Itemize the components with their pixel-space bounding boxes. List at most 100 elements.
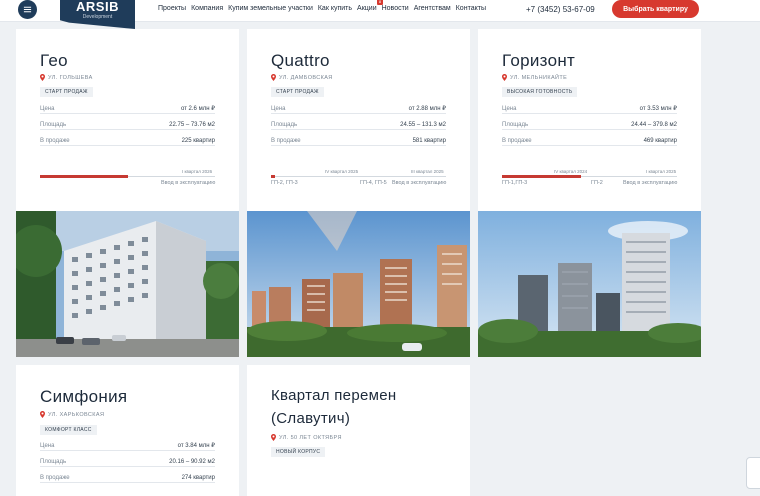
area-value: 24.44 – 379.8 м2 [631, 122, 677, 128]
status-badge: НОВЫЙ КОРПУС [271, 447, 326, 457]
sale-label: В продаже [40, 475, 70, 481]
area-row: Площадь 22.75 – 73.76 м2 [40, 122, 215, 130]
area-label: Площадь [271, 122, 298, 128]
project-card-gorizont[interactable]: Горизонт УЛ. МЕЛЬНИКАЙТЕ ВЫСОКАЯ ГОТОВНО… [478, 29, 701, 211]
project-photo-gorizont[interactable] [478, 211, 701, 357]
sale-value: 225 квартир [181, 138, 215, 144]
status-badge: СТАРТ ПРОДАЖ [40, 87, 93, 97]
timeline-date: I квартал 2026 [182, 169, 213, 174]
hamburger-icon [23, 6, 32, 13]
building-render-image [247, 211, 470, 357]
logo-subtitle: Development [82, 14, 113, 20]
project-address: УЛ. 50 ЛЕТ ОКТЯБРЯ [271, 434, 342, 441]
nav-agencies[interactable]: Агентствам [414, 5, 451, 12]
price-row: Цена от 3.84 млн ₽ [40, 443, 215, 451]
project-title-line-2: (Славутич) [271, 410, 351, 427]
area-row: Площадь 24.44 – 379.8 м2 [502, 122, 677, 130]
project-address: УЛ. ДАМБОВСКАЯ [271, 74, 333, 81]
timeline-progress [40, 175, 128, 178]
menu-button[interactable] [18, 0, 37, 19]
logo[interactable]: ARSIB Development [60, 0, 135, 29]
location-pin-icon [502, 74, 507, 81]
area-label: Площадь [502, 122, 529, 128]
price-value: от 2.88 млн ₽ [408, 106, 446, 112]
price-label: Цена [271, 106, 286, 112]
chat-widget-button[interactable] [746, 457, 760, 489]
area-value: 20.16 – 90.92 м2 [169, 459, 215, 465]
price-value: от 3.84 млн ₽ [177, 443, 215, 449]
choose-apartment-button[interactable]: Выбрать квартиру [612, 0, 699, 18]
price-value: от 2.6 млн ₽ [180, 106, 215, 112]
area-label: Площадь [40, 122, 67, 128]
area-row: Площадь 20.16 – 90.92 м2 [40, 459, 215, 467]
timeline-progress [502, 175, 581, 178]
status-badge: СТАРТ ПРОДАЖ [271, 87, 324, 97]
nav-projects[interactable]: Проекты [158, 5, 186, 12]
timeline-progress [271, 175, 275, 178]
address-text: УЛ. 50 ЛЕТ ОКТЯБРЯ [279, 434, 342, 441]
timeline-date: III квартал 2025 [411, 169, 444, 174]
building-render-image [478, 211, 701, 357]
timeline-track [502, 175, 677, 178]
timeline-caption: ГП-4, ГП-5 [360, 180, 387, 186]
area-label: Площадь [40, 459, 67, 465]
logo-title: ARSIB [76, 0, 119, 14]
nav-company[interactable]: Компания [191, 5, 223, 12]
project-address: УЛ. МЕЛЬНИКАЙТЕ [502, 74, 567, 81]
timeline-caption: ГП-1,ГП-3 [502, 180, 528, 186]
timeline-date: IV квартал 2024 [554, 169, 588, 174]
price-row: Цена от 2.88 млн ₽ [271, 106, 446, 114]
site-header: ARSIB Development Проекты Компания Купим… [0, 0, 760, 29]
timeline-track [40, 175, 215, 178]
timeline-caption: Ввод в эксплуатацию [161, 180, 216, 186]
project-photo-quattro[interactable] [247, 211, 470, 357]
timeline-caption: Ввод в эксплуатацию [392, 180, 447, 186]
address-text: УЛ. ДАМБОВСКАЯ [279, 74, 333, 81]
promotions-badge: 8 [377, 0, 383, 5]
nav-land[interactable]: Купим земельные участки [228, 5, 313, 12]
project-title: Симфония [40, 387, 128, 406]
project-title: Гео [40, 51, 68, 70]
status-badge: ВЫСОКАЯ ГОТОВНОСТЬ [502, 87, 578, 97]
price-row: Цена от 2.6 млн ₽ [40, 106, 215, 114]
address-text: УЛ. МЕЛЬНИКАЙТЕ [510, 74, 568, 81]
area-row: Площадь 24.55 – 131.3 м2 [271, 122, 446, 130]
location-pin-icon [271, 434, 276, 441]
timeline-caption: ГП-2, ГП-3 [271, 180, 298, 186]
project-card-kvartal-peremen[interactable]: Квартал перемен (Славутич) УЛ. 50 ЛЕТ ОК… [247, 365, 470, 496]
timeline-track [271, 175, 446, 178]
price-value: от 3.53 млн ₽ [639, 106, 677, 112]
sale-row: В продаже 274 квартир [40, 475, 215, 483]
timeline-caption: ГП-2 [591, 180, 603, 186]
project-title: Горизонт [502, 51, 576, 70]
sale-value: 581 квартир [412, 138, 446, 144]
sale-value: 274 квартир [181, 475, 215, 481]
address-text: УЛ. ГОЛЬШЕВА [48, 74, 93, 81]
project-card-quattro[interactable]: Quattro УЛ. ДАМБОВСКАЯ СТАРТ ПРОДАЖ Цена… [247, 29, 470, 211]
nav-news[interactable]: Новости [382, 5, 409, 12]
sale-value: 469 квартир [643, 138, 677, 144]
nav-contacts[interactable]: Контакты [456, 5, 486, 12]
price-label: Цена [502, 106, 517, 112]
timeline-caption: Ввод в эксплуатацию [623, 180, 678, 186]
project-title-line-1: Квартал перемен [271, 387, 397, 404]
sale-row: В продаже 469 квартир [502, 138, 677, 146]
location-pin-icon [271, 74, 276, 81]
sale-label: В продаже [502, 138, 532, 144]
address-text: УЛ. ХАРЬКОВСКАЯ [48, 411, 105, 418]
nav-how-to-buy[interactable]: Как купить [318, 5, 352, 12]
sale-row: В продаже 225 квартир [40, 138, 215, 146]
location-pin-icon [40, 74, 45, 81]
sale-label: В продаже [271, 138, 301, 144]
phone-link[interactable]: +7 (3452) 53-67-09 [526, 5, 595, 14]
area-value: 22.75 – 73.76 м2 [169, 122, 215, 128]
nav-promotions[interactable]: Акции [357, 5, 377, 12]
project-title: Quattro [271, 51, 330, 70]
status-badge: КОМФОРТ КЛАСС [40, 425, 97, 435]
location-pin-icon [40, 411, 45, 418]
project-photo-geo[interactable] [16, 211, 239, 357]
timeline-date: I квартал 2025 [646, 169, 677, 174]
main-nav: Проекты Компания Купим земельные участки… [158, 5, 486, 12]
project-card-geo[interactable]: Гео УЛ. ГОЛЬШЕВА СТАРТ ПРОДАЖ Цена от 2.6… [16, 29, 239, 211]
project-card-simfoniya[interactable]: Симфония УЛ. ХАРЬКОВСКАЯ КОМФОРТ КЛАСС Ц… [16, 365, 239, 496]
